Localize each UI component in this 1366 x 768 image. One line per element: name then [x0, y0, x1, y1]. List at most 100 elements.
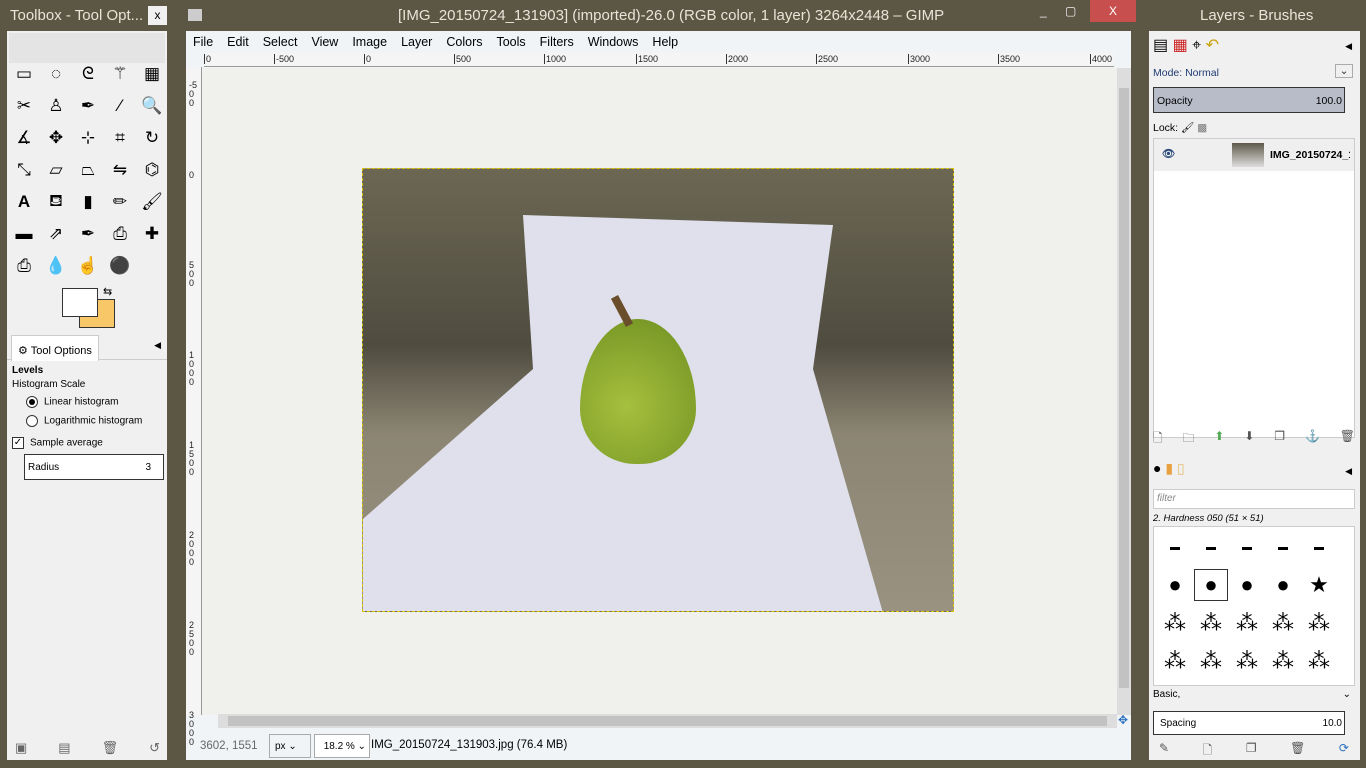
- opacity-slider[interactable]: Opacity 100.0: [1153, 87, 1345, 113]
- scissors-tool-icon[interactable]: ✂: [11, 93, 37, 119]
- tab-tool-options[interactable]: ⚙ Tool Options: [11, 335, 99, 361]
- brush-item[interactable]: ●: [1158, 569, 1192, 601]
- radius-field[interactable]: Radius 3: [24, 454, 164, 480]
- duplicate-layer-icon[interactable]: ❐: [1274, 429, 1285, 450]
- brushes-menu-button[interactable]: ◀: [1345, 466, 1352, 477]
- menu-edit[interactable]: Edit: [227, 35, 249, 49]
- new-brush-icon[interactable]: 🗋: [1203, 741, 1213, 762]
- dock-menu-button[interactable]: ◀: [1345, 41, 1352, 52]
- gradients-tab-icon[interactable]: ▯: [1177, 460, 1185, 476]
- color-picker-tool-icon[interactable]: ⁄: [107, 93, 133, 119]
- reset-options-icon[interactable]: ↺: [149, 740, 160, 756]
- paths-tab-icon[interactable]: ⌖: [1192, 37, 1201, 54]
- brush-tag-select[interactable]: Basic, ⌄: [1153, 689, 1355, 700]
- new-layer-icon[interactable]: 🗋: [1153, 429, 1163, 450]
- brush-item[interactable]: ⁂: [1158, 645, 1192, 677]
- menu-image[interactable]: Image: [352, 35, 387, 49]
- delete-layer-icon[interactable]: 🗑: [1340, 429, 1355, 450]
- cage-tool-icon[interactable]: ⌬: [139, 157, 165, 183]
- text-tool-icon[interactable]: A: [11, 189, 37, 215]
- paintbrush-tool-icon[interactable]: 🖌: [139, 189, 165, 215]
- flip-tool-icon[interactable]: ⇋: [107, 157, 133, 183]
- brush-item[interactable]: ⁂: [1194, 645, 1228, 677]
- menu-filters[interactable]: Filters: [540, 35, 574, 49]
- brush-grid[interactable]: ▬ ▬ ▬ ▬ ▬ ● ● ● ● ★ ⁂ ⁂ ⁂ ⁂ ⁂ ⁂ ⁂ ⁂ ⁂ ⁂: [1153, 526, 1355, 686]
- zoom-tool-icon[interactable]: 🔍: [139, 93, 165, 119]
- paths-tool-icon[interactable]: ✒: [75, 93, 101, 119]
- brush-item[interactable]: ⁂: [1266, 607, 1300, 639]
- brush-item[interactable]: ▬: [1194, 531, 1228, 563]
- eraser-tool-icon[interactable]: ▬: [11, 221, 37, 247]
- maximize-button[interactable]: ▢: [1065, 4, 1076, 18]
- crop-tool-icon[interactable]: ⌗: [107, 125, 133, 151]
- rotate-tool-icon[interactable]: ↻: [139, 125, 165, 151]
- perspective-tool-icon[interactable]: ⏢: [75, 157, 101, 183]
- menu-layer[interactable]: Layer: [401, 35, 432, 49]
- linear-histogram-radio[interactable]: Linear histogram: [26, 396, 164, 408]
- color-select-tool-icon[interactable]: ▦: [139, 61, 165, 87]
- zoom-select[interactable]: 18.2 % ⌄: [314, 734, 370, 758]
- free-select-tool-icon[interactable]: ᘓ: [75, 61, 101, 87]
- airbrush-tool-icon[interactable]: ⇗: [43, 221, 69, 247]
- bucket-fill-tool-icon[interactable]: ⛾: [43, 189, 69, 215]
- spacing-slider[interactable]: Spacing 10.0: [1153, 711, 1345, 735]
- new-group-icon[interactable]: 🗀: [1183, 429, 1195, 450]
- refresh-brushes-icon[interactable]: ⟳: [1339, 741, 1349, 762]
- delete-brush-icon[interactable]: 🗑: [1290, 741, 1305, 762]
- save-options-icon[interactable]: ▣: [15, 740, 27, 756]
- brush-item[interactable]: ▬: [1266, 531, 1300, 563]
- panel-menu-button[interactable]: ◀: [154, 340, 161, 351]
- undo-tab-icon[interactable]: ↶: [1206, 37, 1219, 54]
- shear-tool-icon[interactable]: ▱: [43, 157, 69, 183]
- smudge-tool-icon[interactable]: ☝: [75, 253, 101, 279]
- ellipse-select-tool-icon[interactable]: ◌: [43, 61, 69, 87]
- navigate-icon[interactable]: ✥: [1118, 713, 1128, 727]
- unit-select[interactable]: px ⌄: [269, 734, 311, 758]
- close-button[interactable]: X: [1090, 0, 1136, 22]
- vertical-scrollbar[interactable]: [1117, 68, 1131, 715]
- brush-item[interactable]: ●: [1266, 569, 1300, 601]
- menu-select[interactable]: Select: [263, 35, 298, 49]
- visibility-eye-icon[interactable]: 👁: [1162, 147, 1175, 160]
- brush-filter-input[interactable]: filter: [1153, 489, 1355, 509]
- blur-tool-icon[interactable]: 💧: [43, 253, 69, 279]
- foreground-select-tool-icon[interactable]: ♙: [43, 93, 69, 119]
- layers-tab-icon[interactable]: ▤: [1153, 37, 1168, 54]
- menu-help[interactable]: Help: [652, 35, 678, 49]
- swap-colors-icon[interactable]: ⇆: [103, 285, 112, 298]
- delete-options-icon[interactable]: 🗑: [102, 740, 119, 756]
- pencil-tool-icon[interactable]: ✏: [107, 189, 133, 215]
- clone-tool-icon[interactable]: ⎙: [107, 221, 133, 247]
- dodge-burn-tool-icon[interactable]: ⚫: [107, 253, 133, 279]
- edit-brush-icon[interactable]: ✎: [1159, 741, 1169, 762]
- log-histogram-radio[interactable]: Logarithmic histogram: [26, 415, 164, 427]
- blend-tool-icon[interactable]: ▮: [75, 189, 101, 215]
- brush-item[interactable]: ⁂: [1194, 607, 1228, 639]
- menu-file[interactable]: File: [193, 35, 213, 49]
- duplicate-brush-icon[interactable]: ❐: [1246, 741, 1257, 762]
- lower-layer-icon[interactable]: ⬇: [1244, 429, 1254, 450]
- horizontal-scrollbar[interactable]: [218, 714, 1117, 728]
- brushes-tab-icon[interactable]: ●: [1153, 460, 1161, 476]
- rect-select-tool-icon[interactable]: ▭: [11, 61, 37, 87]
- brush-item[interactable]: ⁂: [1230, 607, 1264, 639]
- brush-item[interactable]: ●: [1194, 569, 1228, 601]
- menu-windows[interactable]: Windows: [588, 35, 639, 49]
- lock-pixels-icon[interactable]: 🖌: [1181, 122, 1194, 134]
- layer-row[interactable]: 👁 IMG_20150724_131903.jpg: [1154, 139, 1354, 171]
- channels-tab-icon[interactable]: ▦: [1173, 37, 1188, 54]
- vertical-ruler[interactable]: -500 0 500 1000 1500 2000 2500 3000: [186, 67, 202, 747]
- brush-item[interactable]: ★: [1302, 569, 1336, 601]
- image-canvas[interactable]: [362, 168, 954, 612]
- measure-tool-icon[interactable]: ∡: [11, 125, 37, 151]
- brush-item[interactable]: ●: [1230, 569, 1264, 601]
- align-tool-icon[interactable]: ⊹: [75, 125, 101, 151]
- minimize-button[interactable]: _: [1040, 4, 1047, 18]
- toolbox-close-button[interactable]: x: [148, 6, 167, 25]
- brush-item[interactable]: ⁂: [1266, 645, 1300, 677]
- heal-tool-icon[interactable]: ✚: [139, 221, 165, 247]
- perspective-clone-tool-icon[interactable]: ⎙: [11, 253, 37, 279]
- brush-item[interactable]: ⁂: [1230, 645, 1264, 677]
- anchor-layer-icon[interactable]: ⚓: [1305, 429, 1320, 450]
- canvas-area[interactable]: [202, 68, 1117, 715]
